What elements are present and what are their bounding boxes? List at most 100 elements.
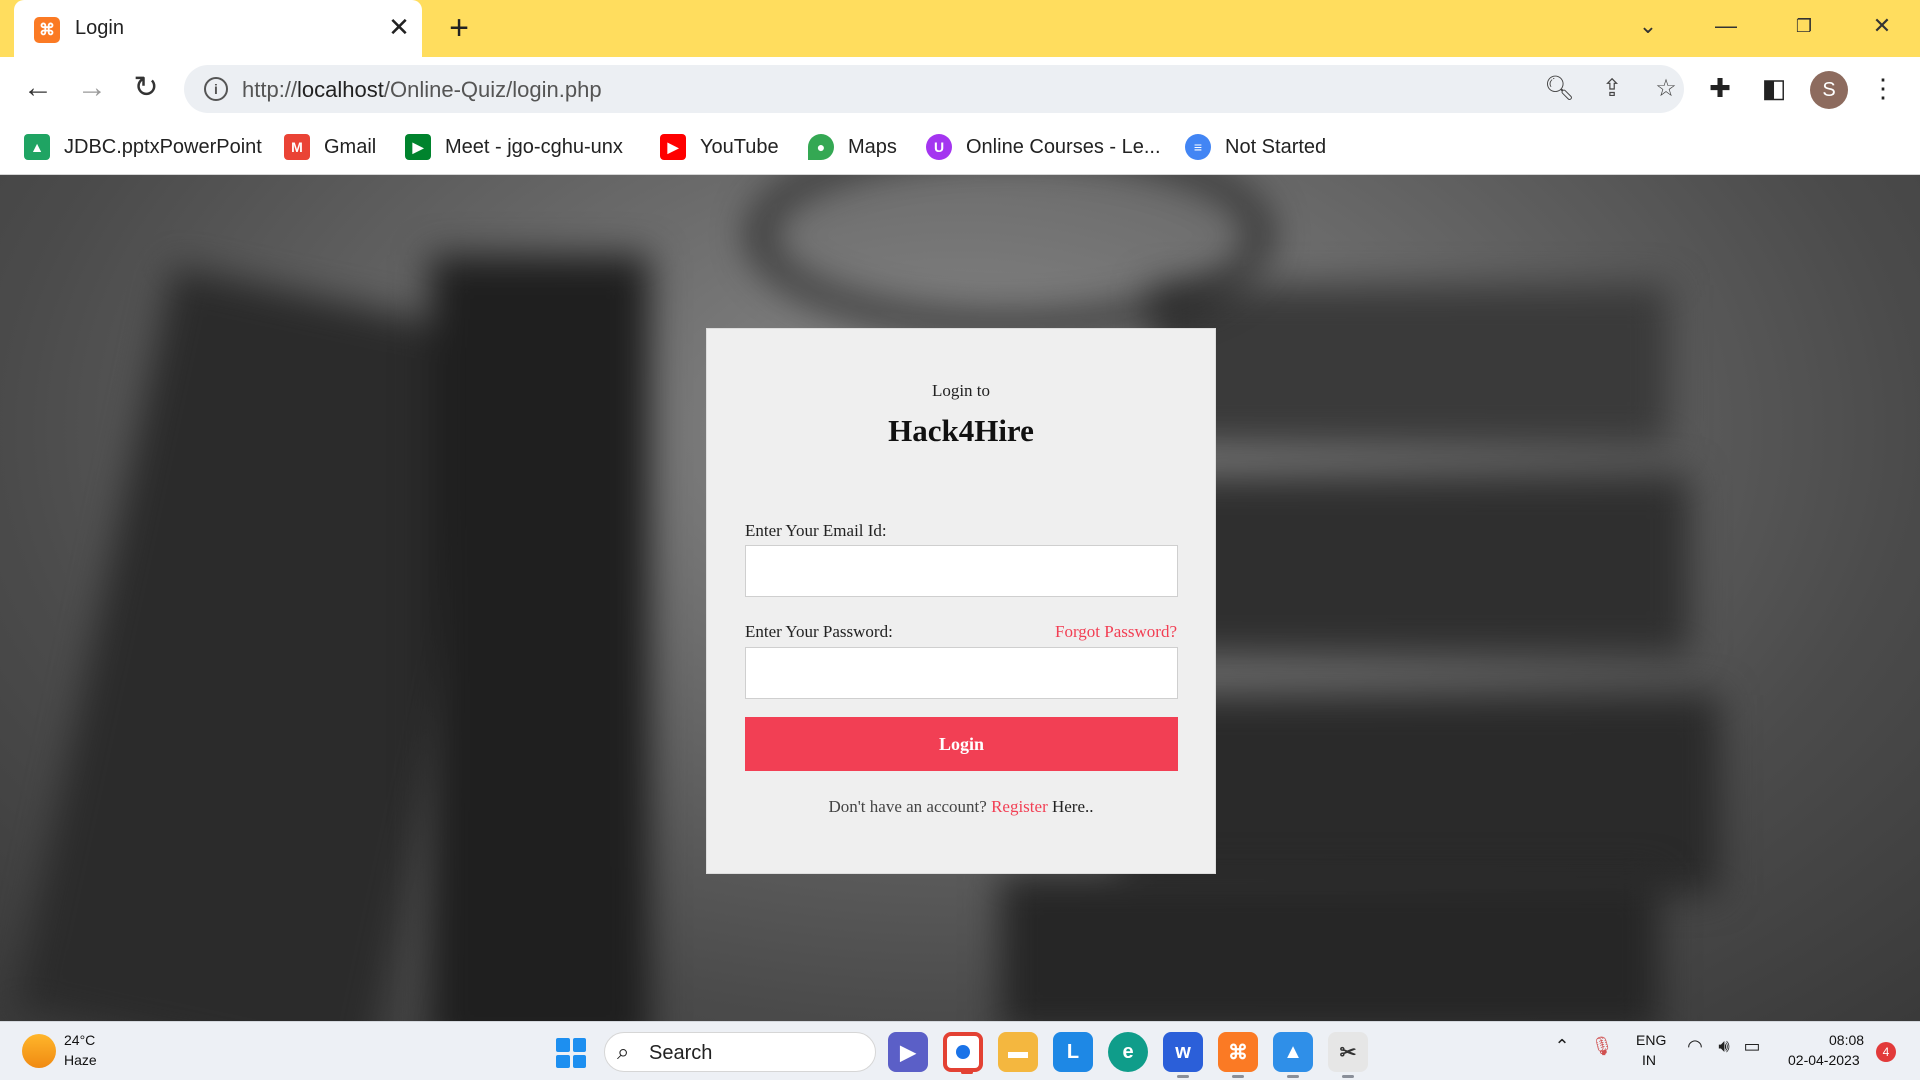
clock-time[interactable]: 08:08: [1829, 1032, 1864, 1048]
tab-title: Login: [75, 17, 124, 39]
windows-logo-pane: [556, 1038, 570, 1052]
webex-icon[interactable]: w: [1163, 1032, 1203, 1078]
teams-chat-icon[interactable]: ▶: [888, 1032, 928, 1072]
chrome-icon[interactable]: [943, 1032, 983, 1074]
extensions-icon[interactable]: ✚: [1703, 71, 1737, 105]
file-explorer-icon[interactable]: ▬: [998, 1032, 1038, 1072]
login-title: Hack4Hire: [888, 413, 1034, 448]
bookmark-label: Online Courses - Le...: [966, 135, 1161, 158]
xampp-icon: ⌘: [34, 17, 60, 43]
google-docs-icon: ≡: [1185, 134, 1211, 160]
running-indicator: [1342, 1075, 1354, 1078]
taskbar: 24°C Haze ⌕ Search ▶ ▬ L e w ⌘ ▲ ✂ ⌃ 🎙︎ …: [0, 1021, 1920, 1080]
restore-button[interactable]: ❐: [1784, 8, 1824, 44]
wifi-icon[interactable]: ◠: [1683, 1036, 1707, 1057]
youtube-icon: ▶: [660, 134, 686, 160]
bookmark-item[interactable]: ▶ YouTube: [660, 132, 779, 162]
register-line: Don't have an account? Register Here..: [707, 797, 1215, 817]
running-indicator: [1232, 1075, 1244, 1078]
weather-icon[interactable]: [22, 1034, 56, 1068]
microphone-icon[interactable]: 🎙︎: [1590, 1036, 1614, 1057]
google-meet-icon: ▶: [405, 134, 431, 160]
start-button[interactable]: [556, 1038, 586, 1068]
tab-search-icon[interactable]: ⌄: [1628, 8, 1668, 44]
background-book: [1150, 285, 1670, 445]
bookmark-label: Meet - jgo-cghu-unx: [445, 135, 623, 158]
weather-description[interactable]: Haze: [64, 1052, 97, 1068]
tab-login[interactable]: ⌘ Login ✕: [14, 0, 422, 57]
profile-avatar[interactable]: S: [1810, 71, 1848, 109]
url-host: localhost: [297, 77, 384, 102]
bookmark-item[interactable]: ▲ JDBC.pptxPowerPoint: [24, 132, 262, 162]
bookmark-star-icon[interactable]: ☆: [1652, 75, 1680, 103]
background-book: [1000, 875, 1660, 1021]
menu-icon[interactable]: ⋮: [1866, 71, 1900, 105]
bookmark-item[interactable]: M Gmail: [284, 132, 376, 162]
password-label: Enter Your Password:: [745, 622, 893, 641]
no-account-text: Don't have an account?: [828, 797, 987, 816]
bookmark-item[interactable]: ● Maps: [808, 132, 897, 162]
windows-logo-pane: [556, 1054, 570, 1068]
udemy-icon: U: [926, 134, 952, 160]
bookmark-item[interactable]: ≡ Not Started: [1185, 132, 1326, 162]
xampp-taskbar-icon[interactable]: ⌘: [1218, 1032, 1258, 1078]
windows-logo-pane: [572, 1038, 586, 1052]
bookmark-label: Maps: [848, 135, 897, 158]
back-button[interactable]: ←: [20, 71, 56, 107]
snipping-tool-icon[interactable]: ✂: [1328, 1032, 1368, 1078]
bookmark-label: YouTube: [700, 135, 779, 158]
volume-icon[interactable]: 🔊︎: [1712, 1036, 1736, 1057]
password-field[interactable]: [745, 647, 1178, 699]
region-indicator[interactable]: IN: [1642, 1052, 1656, 1068]
weather-temperature[interactable]: 24°C: [64, 1032, 95, 1048]
bookmark-item[interactable]: U Online Courses - Le...: [926, 132, 1161, 162]
notification-badge[interactable]: 4: [1876, 1042, 1896, 1062]
minimize-button[interactable]: —: [1706, 8, 1746, 44]
close-tab-icon[interactable]: ✕: [384, 12, 414, 42]
active-indicator: [961, 1071, 973, 1074]
running-indicator: [1177, 1075, 1189, 1078]
email-label: Enter Your Email Id:: [745, 521, 887, 540]
email-field[interactable]: [745, 545, 1178, 597]
zoom-icon[interactable]: 🔍︎: [1544, 75, 1574, 103]
page-viewport: Login to Hack4Hire Enter Your Email Id: …: [0, 175, 1920, 1021]
share-icon[interactable]: ⇪: [1598, 75, 1626, 103]
battery-icon[interactable]: ▭: [1740, 1036, 1764, 1057]
bookmark-label: JDBC.pptxPowerPoint: [64, 135, 262, 158]
browser-toolbar: ← → ↻ i http://localhost/Online-Quiz/log…: [0, 57, 1920, 120]
bookmarks-bar: ▲ JDBC.pptxPowerPoint M Gmail ▶ Meet - j…: [0, 120, 1920, 175]
site-info-icon[interactable]: i: [204, 77, 228, 101]
language-indicator[interactable]: ENG: [1636, 1032, 1666, 1048]
bookmark-label: Not Started: [1225, 135, 1327, 158]
login-subtitle: Login to: [931, 381, 991, 400]
photos-icon[interactable]: ▲: [1273, 1032, 1313, 1078]
forward-button[interactable]: →: [74, 71, 110, 107]
app-l-icon[interactable]: L: [1053, 1032, 1093, 1072]
chrome-center: [956, 1045, 970, 1059]
reload-button[interactable]: ↻: [128, 71, 164, 107]
edge-icon[interactable]: e: [1108, 1032, 1148, 1072]
address-bar[interactable]: i http://localhost/Online-Quiz/login.php…: [184, 65, 1684, 113]
bookmark-label: Gmail: [324, 135, 377, 158]
chevron-up-icon[interactable]: ⌃: [1550, 1036, 1574, 1057]
background-book: [430, 255, 650, 1021]
search-icon: ⌕: [617, 1039, 630, 1064]
google-maps-icon: ●: [808, 134, 834, 160]
forgot-password-link[interactable]: Forgot Password?: [1055, 622, 1177, 642]
login-card: Login to Hack4Hire Enter Your Email Id: …: [706, 328, 1216, 874]
login-button[interactable]: Login: [745, 717, 1178, 771]
google-drive-icon: ▲: [24, 134, 50, 160]
running-indicator: [1287, 1075, 1299, 1078]
clock-date[interactable]: 02-04-2023: [1788, 1052, 1860, 1068]
taskbar-search[interactable]: ⌕ Search: [604, 1032, 876, 1072]
side-panel-icon[interactable]: ◧: [1757, 71, 1791, 105]
windows-logo-pane: [572, 1054, 586, 1068]
here-text: Here..: [1051, 797, 1094, 816]
tab-strip: ⌘ Login ✕ + ⌄ — ❐ ✕: [0, 0, 1920, 57]
close-window-button[interactable]: ✕: [1862, 8, 1902, 44]
address-url[interactable]: http://localhost/Online-Quiz/login.php: [242, 77, 602, 103]
register-link[interactable]: Register: [991, 797, 1048, 816]
gmail-icon: M: [284, 134, 310, 160]
bookmark-item[interactable]: ▶ Meet - jgo-cghu-unx: [405, 132, 623, 162]
new-tab-button[interactable]: +: [441, 10, 477, 46]
